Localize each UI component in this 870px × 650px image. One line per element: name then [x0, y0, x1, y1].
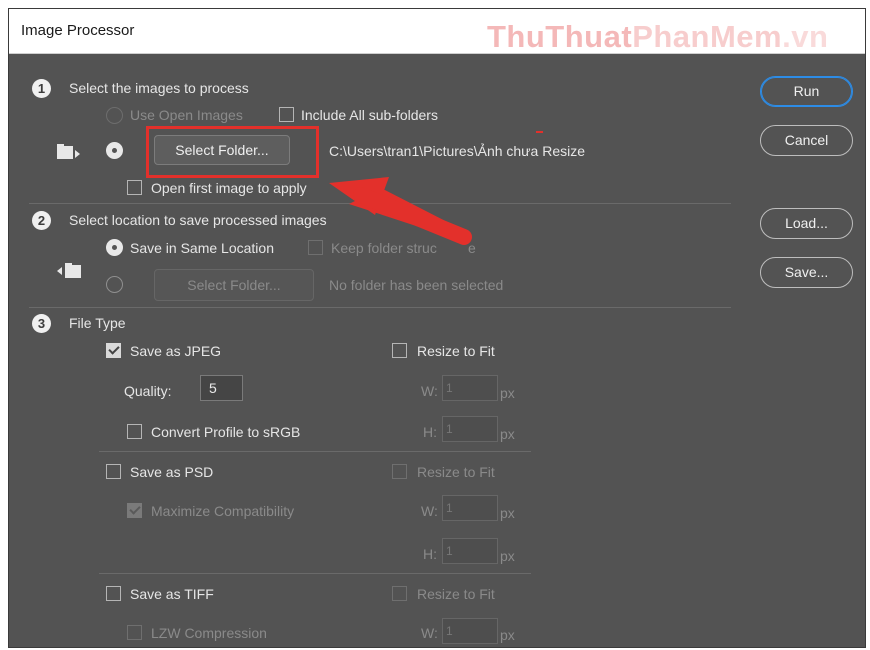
annotation-overlay: [329, 177, 472, 245]
red-arrow-icon: [329, 177, 472, 245]
image-processor-dialog: Image Processor ThuThuatPhanMem.vn 1 Sel…: [8, 8, 866, 648]
